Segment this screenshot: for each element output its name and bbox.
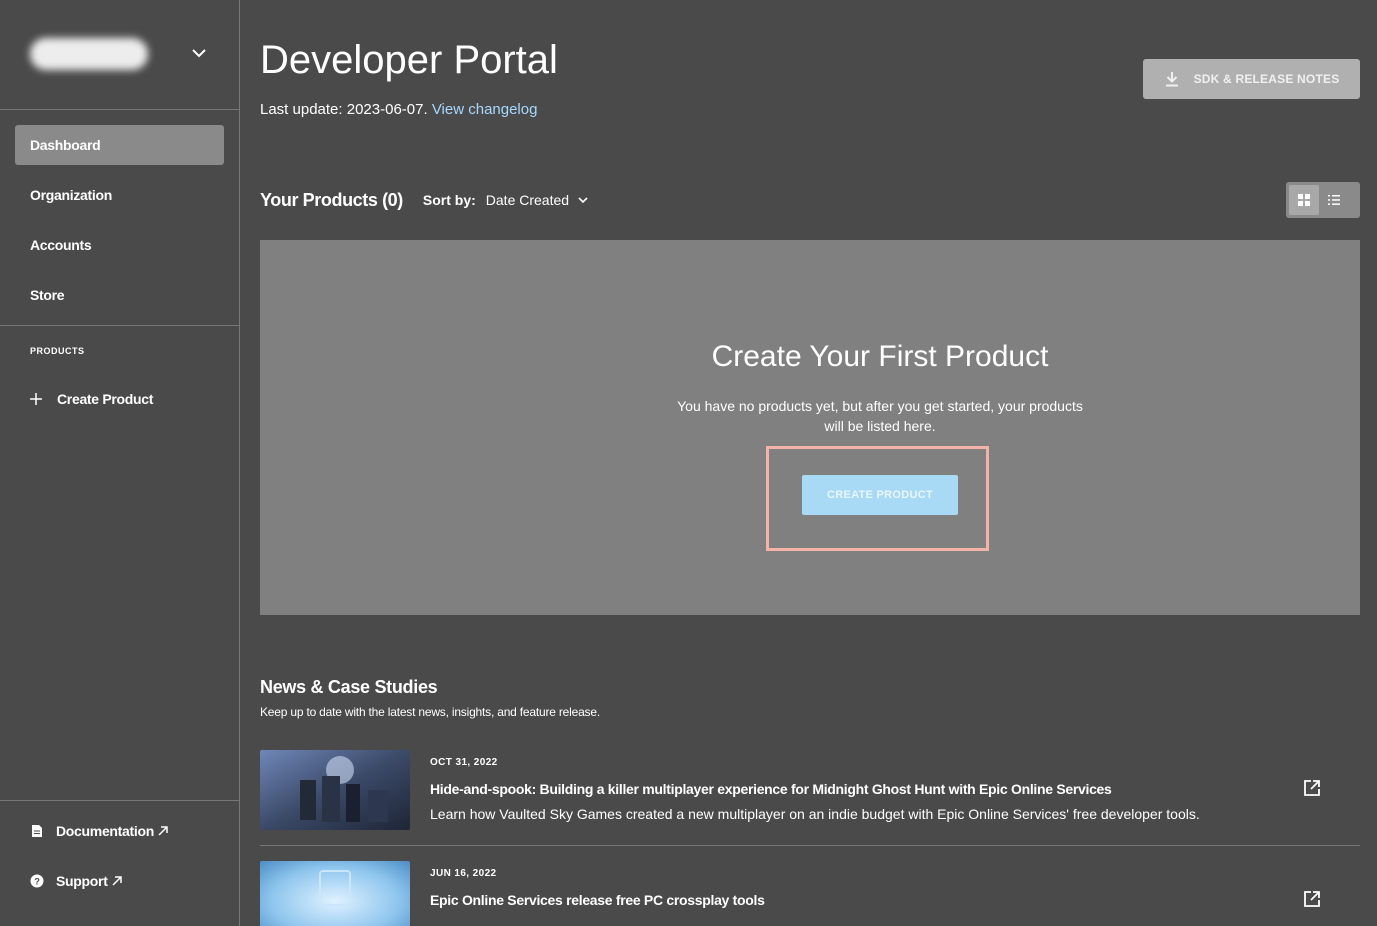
last-update-text: Last update: 2023-06-07.	[260, 101, 428, 118]
news-item[interactable]: JUN 16, 2022 Epic Online Services releas…	[260, 861, 1360, 926]
sidebar-item-dashboard[interactable]: Dashboard	[15, 125, 224, 165]
sdk-release-notes-label: SDK & RELEASE NOTES	[1193, 72, 1340, 86]
sidebar-footer-divider	[0, 800, 239, 801]
products-title: Your Products (0)	[260, 189, 403, 210]
account-name-blurred	[30, 38, 148, 70]
news-description: Learn how Vaulted Sky Games created a ne…	[430, 806, 1200, 822]
last-update: Last update: 2023-06-07. View changelog	[260, 101, 537, 118]
external-arrow-icon	[112, 876, 122, 886]
sort-dropdown[interactable]: Date Created	[486, 192, 589, 208]
support-label: Support	[56, 873, 108, 889]
grid-view-button[interactable]	[1289, 185, 1319, 215]
download-icon	[1165, 72, 1178, 87]
create-product-button[interactable]: CREATE PRODUCT	[802, 475, 958, 515]
document-icon	[32, 825, 42, 837]
documentation-label: Documentation	[56, 823, 154, 839]
news-section-title: News & Case Studies	[260, 677, 438, 697]
help-circle-icon: ?	[30, 874, 44, 888]
chevron-down-icon	[578, 197, 588, 204]
news-item[interactable]: OCT 31, 2022 Hide-and-spook: Building a …	[260, 750, 1360, 845]
sidebar-divider	[0, 325, 239, 326]
list-view-button[interactable]	[1319, 185, 1349, 215]
news-headline[interactable]: Epic Online Services release free PC cro…	[430, 892, 765, 908]
sdk-release-notes-button[interactable]: SDK & RELEASE NOTES	[1143, 59, 1360, 99]
external-link-icon[interactable]	[1302, 778, 1322, 798]
grid-icon	[1298, 194, 1310, 206]
support-link[interactable]: ? Support	[30, 870, 122, 892]
products-toolbar: Your Products (0) Sort by: Date Created	[260, 188, 589, 212]
empty-state-text: You have no products yet, but after you …	[677, 398, 1083, 434]
documentation-link[interactable]: Documentation	[30, 820, 168, 842]
news-section-subtitle: Keep up to date with the latest news, in…	[260, 705, 600, 719]
sort-value: Date Created	[485, 192, 570, 208]
news-headline[interactable]: Hide-and-spook: Building a killer multip…	[430, 781, 1112, 797]
external-arrow-icon	[158, 826, 168, 836]
empty-state-title: Create Your First Product	[711, 340, 1049, 373]
external-link-icon[interactable]	[1302, 889, 1322, 909]
news-date: JUN 16, 2022	[430, 868, 497, 879]
sidebar-item-accounts[interactable]: Accounts	[15, 225, 224, 265]
news-thumbnail	[260, 861, 410, 926]
products-section-label: PRODUCTS	[30, 346, 85, 356]
account-switcher[interactable]	[0, 0, 239, 110]
page-title: Developer Portal	[260, 38, 558, 82]
chevron-down-icon[interactable]	[190, 44, 208, 62]
news-divider	[260, 845, 1360, 846]
sidebar-item-organization[interactable]: Organization	[15, 175, 224, 215]
news-thumbnail	[260, 750, 410, 830]
sidebar-create-product[interactable]: Create Product	[30, 388, 153, 410]
plus-icon	[30, 393, 42, 405]
sort-label: Sort by:	[422, 192, 476, 208]
sidebar: Dashboard Organization Accounts Store PR…	[0, 0, 240, 926]
sidebar-nav: Dashboard Organization Accounts Store	[15, 125, 224, 325]
sidebar-item-store[interactable]: Store	[15, 275, 224, 315]
view-toggle	[1286, 182, 1360, 218]
empty-products-panel: Create Your First Product You have no pr…	[260, 240, 1360, 615]
list-icon	[1328, 195, 1340, 205]
svg-text:?: ?	[34, 877, 39, 887]
news-date: OCT 31, 2022	[430, 757, 498, 768]
view-changelog-link[interactable]: View changelog	[432, 101, 538, 118]
main-content: Developer Portal Last update: 2023-06-07…	[260, 0, 1360, 926]
sidebar-create-product-label: Create Product	[57, 391, 154, 407]
